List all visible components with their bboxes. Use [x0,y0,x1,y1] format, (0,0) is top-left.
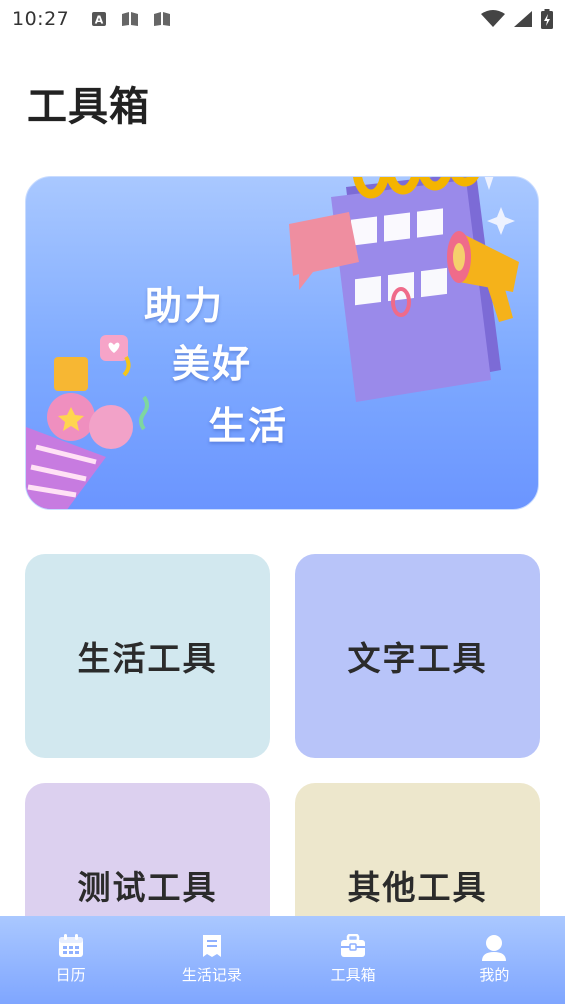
user-icon [482,935,507,961]
nav-item-calendar[interactable]: 日历 [0,916,141,1004]
calendar-icon [58,934,83,957]
cellular-signal-icon [514,11,532,27]
wifi-icon [481,10,505,27]
promo-banner[interactable]: 助力 美好 生活 [25,176,539,510]
notification-book-icon [122,12,139,26]
tool-card-other-label: 其他工具 [347,868,488,907]
status-bar: 10:27 A [0,0,565,38]
nav-item-toolbox[interactable]: 工具箱 [283,916,424,1004]
svg-text:A: A [95,14,104,27]
calendar-illustration-icon [289,177,519,402]
tool-card-text-label: 文字工具 [347,639,488,678]
battery-icon [541,9,553,29]
tool-card-text[interactable]: 文字工具 [295,554,540,758]
tool-card-life-label: 生活工具 [77,639,218,678]
nav-item-life-records[interactable]: 生活记录 [141,916,282,1004]
nav-item-mine[interactable]: 我的 [424,916,565,1004]
status-notification-icons: A [91,11,171,27]
nav-label-life-records: 生活记录 [181,966,242,984]
page-title: 工具箱 [27,84,150,130]
notes-icon [202,935,221,957]
tool-card-life[interactable]: 生活工具 [25,554,270,758]
bottom-nav: 日历 生活记录 工具箱 我的 [0,916,565,1004]
toolbox-icon [341,934,366,957]
nav-label-calendar: 日历 [55,966,86,984]
notification-book-icon-2 [154,12,171,26]
party-popper-illustration-icon [26,335,149,509]
nav-label-mine: 我的 [479,966,510,984]
banner-slogan-line-2: 美好 [172,342,253,386]
notification-a-icon: A [92,12,107,27]
nav-label-toolbox: 工具箱 [330,966,376,984]
status-time: 10:27 [12,8,70,30]
tool-card-test-label: 测试工具 [77,868,218,907]
